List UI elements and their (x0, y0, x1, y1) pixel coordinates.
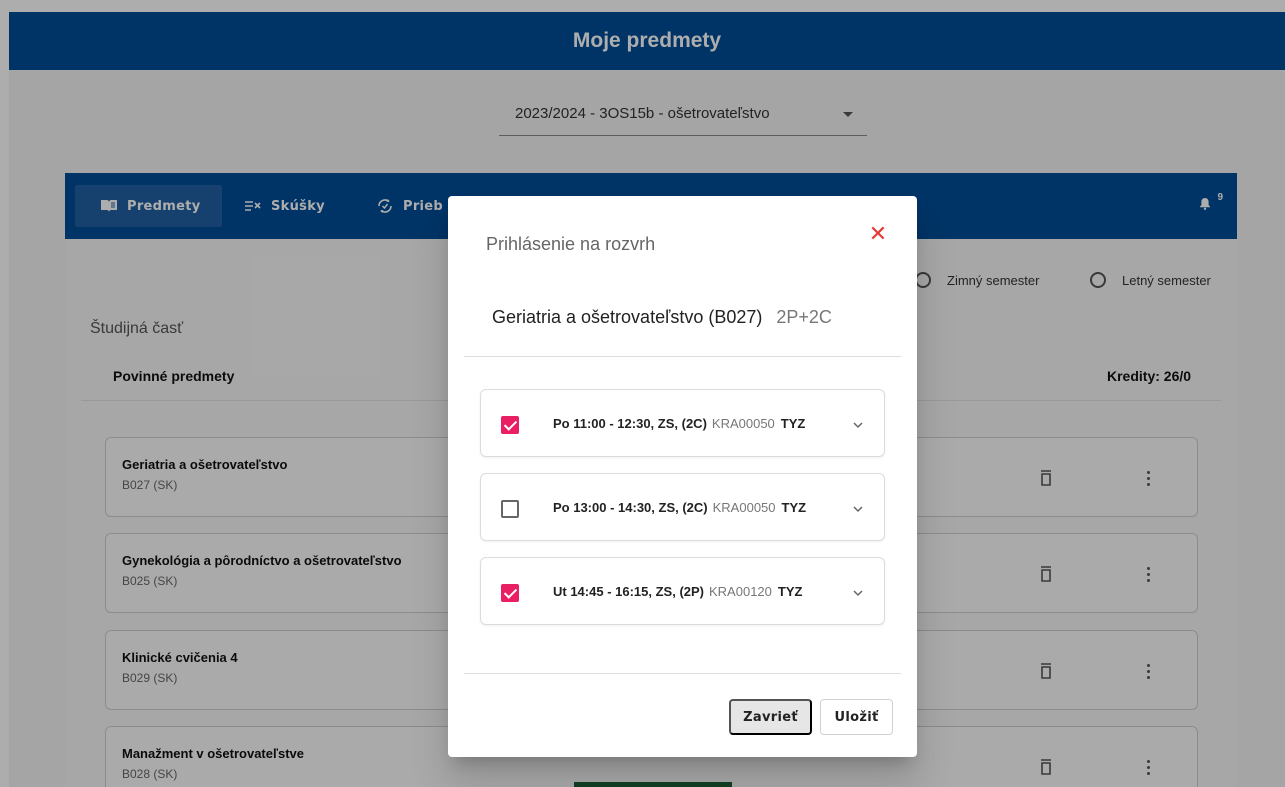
slot-text: Po 13:00 - 14:30, ZS, (2C) KRA00050 TYZ (553, 500, 806, 515)
slot-building: TYZ (777, 584, 803, 599)
slot-checkbox[interactable] (501, 584, 519, 602)
dialog-subject: Geriatria a ošetrovateľstvo (B027) 2P+2C (492, 307, 832, 328)
slot-time: Po 11:00 - 12:30, ZS, (2C) (553, 416, 707, 431)
dialog-title: Prihlásenie na rozvrh (486, 234, 656, 254)
divider (464, 673, 901, 674)
schedule-slot[interactable]: Ut 14:45 - 16:15, ZS, (2P) KRA00120 TYZ (480, 557, 885, 625)
slot-text: Po 11:00 - 12:30, ZS, (2C) KRA00050 TYZ (553, 416, 805, 431)
slot-checkbox[interactable] (501, 416, 519, 434)
slot-text: Ut 14:45 - 16:15, ZS, (2P) KRA00120 TYZ (553, 584, 802, 599)
schedule-slot[interactable]: Po 13:00 - 14:30, ZS, (2C) KRA00050 TYZ (480, 473, 885, 541)
schedule-signup-dialog: Prihlásenie na rozvrh ✕ Geriatria a ošet… (448, 196, 917, 757)
slot-checkbox[interactable] (501, 500, 519, 518)
slot-room: KRA00050 (711, 416, 775, 431)
slot-building: TYZ (781, 500, 807, 515)
subject-hours: 2P+2C (776, 307, 832, 327)
divider (464, 356, 901, 357)
chevron-down-icon[interactable] (852, 586, 864, 598)
close-button[interactable]: Zavrieť (729, 699, 812, 735)
slot-time: Ut 14:45 - 16:15, ZS, (2P) (553, 584, 704, 599)
save-button[interactable]: Uložiť (820, 699, 893, 735)
subject-name: Geriatria a ošetrovateľstvo (B027) (492, 307, 763, 327)
slot-room: KRA00050 (712, 500, 776, 515)
close-icon[interactable]: ✕ (867, 223, 889, 246)
chevron-down-icon[interactable] (852, 502, 864, 514)
schedule-slot[interactable]: Po 11:00 - 12:30, ZS, (2C) KRA00050 TYZ (480, 389, 885, 457)
chevron-down-icon[interactable] (852, 418, 864, 430)
slot-room: KRA00120 (709, 584, 772, 599)
slot-building: TYZ (780, 416, 806, 431)
slot-time: Po 13:00 - 14:30, ZS, (2C) (553, 500, 708, 515)
